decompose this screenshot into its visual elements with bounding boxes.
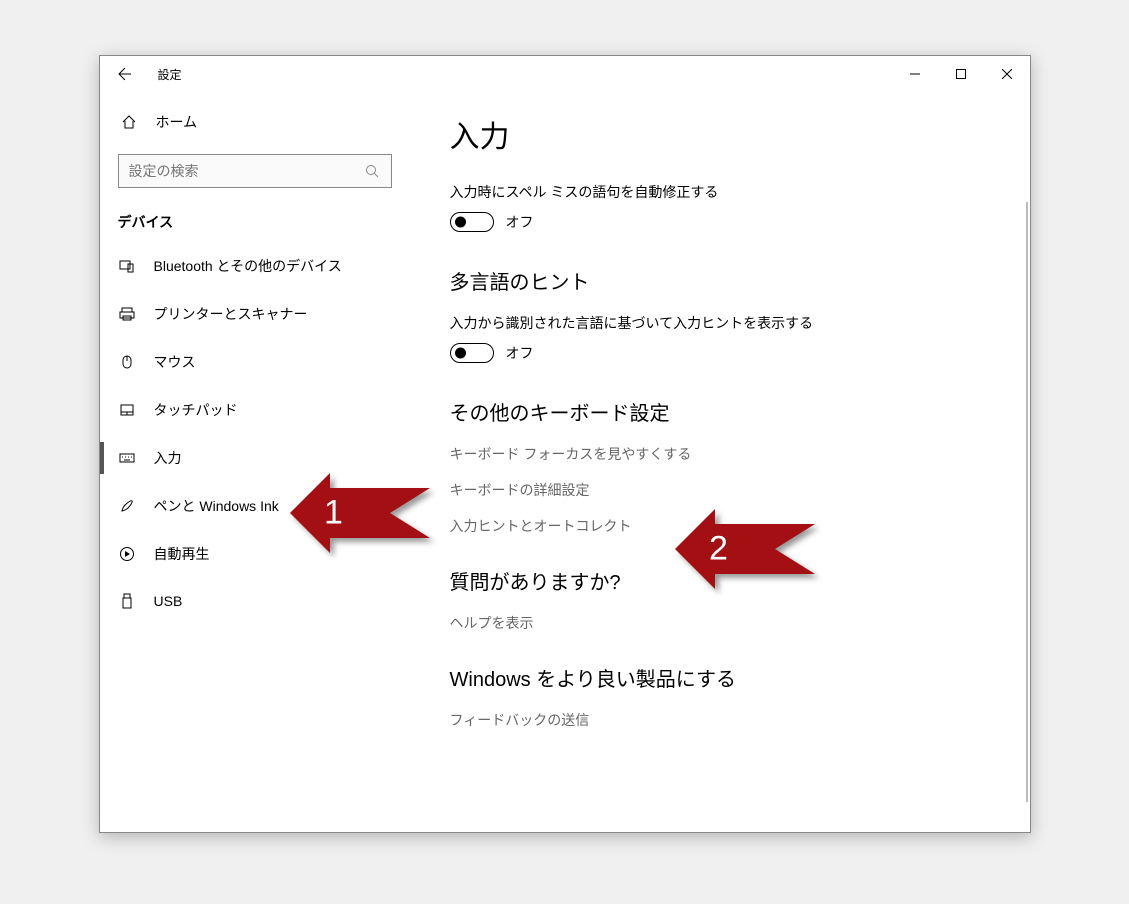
sidebar-item-label: タッチパッド <box>154 400 238 420</box>
sidebar-item-bluetooth[interactable]: Bluetooth とその他のデバイス <box>100 242 410 290</box>
sidebar-item-autoplay[interactable]: 自動再生 <box>100 530 410 578</box>
keyboard-icon <box>118 449 136 467</box>
touchpad-icon <box>118 401 136 419</box>
mouse-icon <box>118 353 136 371</box>
maximize-button[interactable] <box>938 58 984 90</box>
link-focus[interactable]: キーボード フォーカスを見やすくする <box>450 444 990 464</box>
autocorrect-toggle[interactable] <box>450 212 494 232</box>
sidebar: ホーム デバイス Bluetooth とその他のデバイス プリンターとス <box>100 92 410 832</box>
link-advanced-keyboard[interactable]: キーボードの詳細設定 <box>450 480 990 500</box>
other-title: その他のキーボード設定 <box>450 397 990 426</box>
back-icon[interactable] <box>116 65 134 83</box>
feedback-title: Windows をより良い製品にする <box>450 663 990 692</box>
link-autocorrect[interactable]: 入力ヒントとオートコレクト <box>450 516 990 536</box>
search-box[interactable] <box>118 154 392 188</box>
sidebar-home-label: ホーム <box>156 112 198 132</box>
sidebar-item-label: Bluetooth とその他のデバイス <box>154 256 342 276</box>
sidebar-item-label: USB <box>154 593 183 609</box>
multilang-state: オフ <box>506 343 534 363</box>
main-panel: 入力 入力時にスペル ミスの語句を自動修正する オフ 多言語のヒント 入力から識… <box>410 92 1030 832</box>
sidebar-home[interactable]: ホーム <box>100 102 410 142</box>
close-button[interactable] <box>984 58 1030 90</box>
autocorrect-label: 入力時にスペル ミスの語句を自動修正する <box>450 182 990 202</box>
sidebar-category: デバイス <box>100 204 410 242</box>
scrollbar[interactable] <box>1026 202 1028 802</box>
sidebar-item-label: プリンターとスキャナー <box>154 304 308 324</box>
window-title: 設定 <box>158 66 182 83</box>
pen-icon <box>118 497 136 515</box>
home-icon <box>120 113 138 131</box>
printer-icon <box>118 305 136 323</box>
devices-icon <box>118 257 136 275</box>
autocorrect-state: オフ <box>506 212 534 232</box>
search-icon <box>363 162 381 180</box>
sidebar-item-printers[interactable]: プリンターとスキャナー <box>100 290 410 338</box>
minimize-button[interactable] <box>892 58 938 90</box>
autoplay-icon <box>118 545 136 563</box>
usb-icon <box>118 592 136 610</box>
sidebar-item-label: ペンと Windows Ink <box>154 496 279 516</box>
help-title: 質問がありますか? <box>450 566 990 595</box>
sidebar-item-label: マウス <box>154 352 196 372</box>
multilang-label: 入力から識別された言語に基づいて入力ヒントを表示する <box>450 313 990 333</box>
titlebar: 設定 <box>100 56 1030 92</box>
link-help[interactable]: ヘルプを表示 <box>450 613 990 633</box>
sidebar-item-touchpad[interactable]: タッチパッド <box>100 386 410 434</box>
sidebar-item-usb[interactable]: USB <box>100 578 410 624</box>
multilang-toggle[interactable] <box>450 343 494 363</box>
sidebar-item-pen[interactable]: ペンと Windows Ink <box>100 482 410 530</box>
search-input[interactable] <box>129 163 363 179</box>
multilang-title: 多言語のヒント <box>450 266 990 295</box>
sidebar-item-label: 入力 <box>154 448 182 468</box>
link-feedback[interactable]: フィードバックの送信 <box>450 710 990 730</box>
settings-window: 設定 ホーム <box>99 55 1031 833</box>
page-title: 入力 <box>450 112 990 156</box>
sidebar-item-typing[interactable]: 入力 <box>100 434 410 482</box>
sidebar-item-mouse[interactable]: マウス <box>100 338 410 386</box>
sidebar-item-label: 自動再生 <box>154 544 210 564</box>
